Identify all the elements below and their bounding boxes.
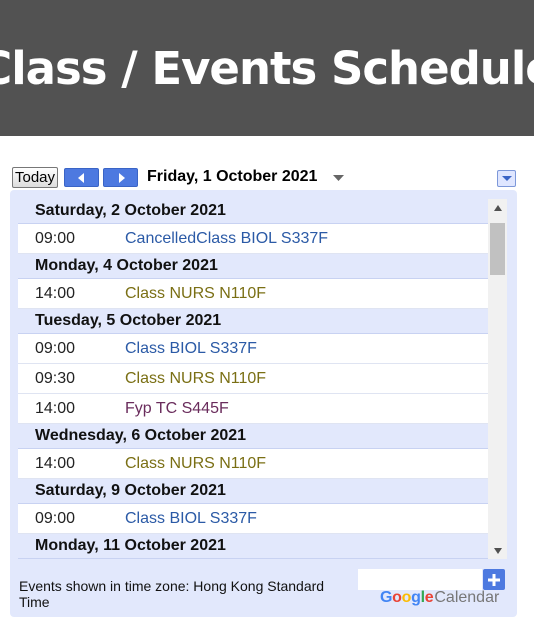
page-banner: Class / Events Schedule — [0, 0, 534, 136]
event-title-link[interactable]: Class BIOL S337F — [125, 340, 257, 358]
today-button[interactable]: Today — [12, 167, 58, 188]
event-time: 09:00 — [35, 229, 76, 247]
agenda-event-row[interactable]: 09:30 Class NURS N110F — [18, 364, 488, 394]
chevron-down-icon[interactable] — [332, 174, 345, 182]
agenda-day-header: Saturday, 9 October 2021 — [18, 479, 488, 504]
arrow-right-icon — [118, 172, 125, 183]
event-title-link[interactable]: CancelledClass BIOL S337F — [125, 230, 328, 248]
agenda-event-row[interactable]: 14:00 Class NURS N110F — [18, 449, 488, 479]
scroll-down-arrow-icon — [493, 547, 502, 554]
event-time: 14:00 — [35, 399, 76, 417]
event-time: 09:00 — [35, 339, 76, 357]
scroll-down-button[interactable] — [488, 542, 507, 559]
agenda-day-header: Tuesday, 5 October 2021 — [18, 309, 488, 334]
calendar-wordmark: Calendar — [434, 589, 500, 606]
event-time: 14:00 — [35, 454, 76, 472]
previous-button[interactable] — [64, 168, 99, 187]
agenda-event-row[interactable]: 09:00 Class BIOL S337F — [18, 504, 488, 534]
scroll-up-button[interactable] — [488, 199, 507, 216]
calendar-panel: Saturday, 2 October 2021 09:00 CancelledCl… — [10, 190, 517, 617]
page-title: Class / Events Schedule — [0, 41, 534, 95]
google-calendar-logo[interactable]: Google Calendar — [380, 589, 499, 607]
agenda-event-row[interactable]: 09:00 Class BIOL S337F — [18, 334, 488, 364]
agenda-day-header: Monday, 11 October 2021 — [18, 534, 488, 559]
calendar-menu-button[interactable] — [497, 170, 516, 187]
event-title-link[interactable]: Class NURS N110F — [125, 285, 266, 303]
current-date-label[interactable]: Friday, 1 October 2021 — [147, 168, 317, 186]
agenda-event-row[interactable]: 14:00 Class NURS N110F — [18, 279, 488, 309]
agenda-day-header: Wednesday, 6 October 2021 — [18, 424, 488, 449]
event-title-link[interactable]: Class NURS N110F — [125, 455, 266, 473]
timezone-note: Events shown in time zone: Hong Kong Sta… — [19, 578, 325, 610]
event-time: 09:30 — [35, 369, 76, 387]
agenda-event-row[interactable]: 14:00 Fyp TC S445F — [18, 394, 488, 424]
add-calendar-strip — [358, 569, 482, 590]
google-wordmark: Google — [380, 589, 434, 606]
dropdown-menu-icon — [501, 176, 512, 181]
agenda-day-header: Saturday, 2 October 2021 — [18, 199, 488, 224]
event-time: 09:00 — [35, 509, 76, 527]
event-title-link[interactable]: Class BIOL S337F — [125, 510, 257, 528]
event-time: 14:00 — [35, 284, 76, 302]
next-button[interactable] — [103, 168, 138, 187]
add-to-calendar-button[interactable] — [483, 569, 505, 590]
scroll-up-arrow-icon — [493, 204, 502, 211]
event-title-link[interactable]: Class NURS N110F — [125, 370, 266, 388]
arrow-left-icon — [77, 172, 84, 183]
agenda-event-row[interactable]: 09:00 CancelledClass BIOL S337F — [18, 224, 488, 254]
event-title-link[interactable]: Fyp TC S445F — [125, 400, 229, 418]
agenda-scrollbar[interactable] — [488, 199, 507, 559]
agenda-list[interactable]: Saturday, 2 October 2021 09:00 CancelledCl… — [18, 199, 488, 559]
calendar-toolbar: Today Friday, 1 October 2021 — [12, 167, 518, 189]
scroll-thumb[interactable] — [490, 223, 505, 275]
agenda-day-header: Monday, 4 October 2021 — [18, 254, 488, 279]
plus-icon — [488, 573, 500, 586]
